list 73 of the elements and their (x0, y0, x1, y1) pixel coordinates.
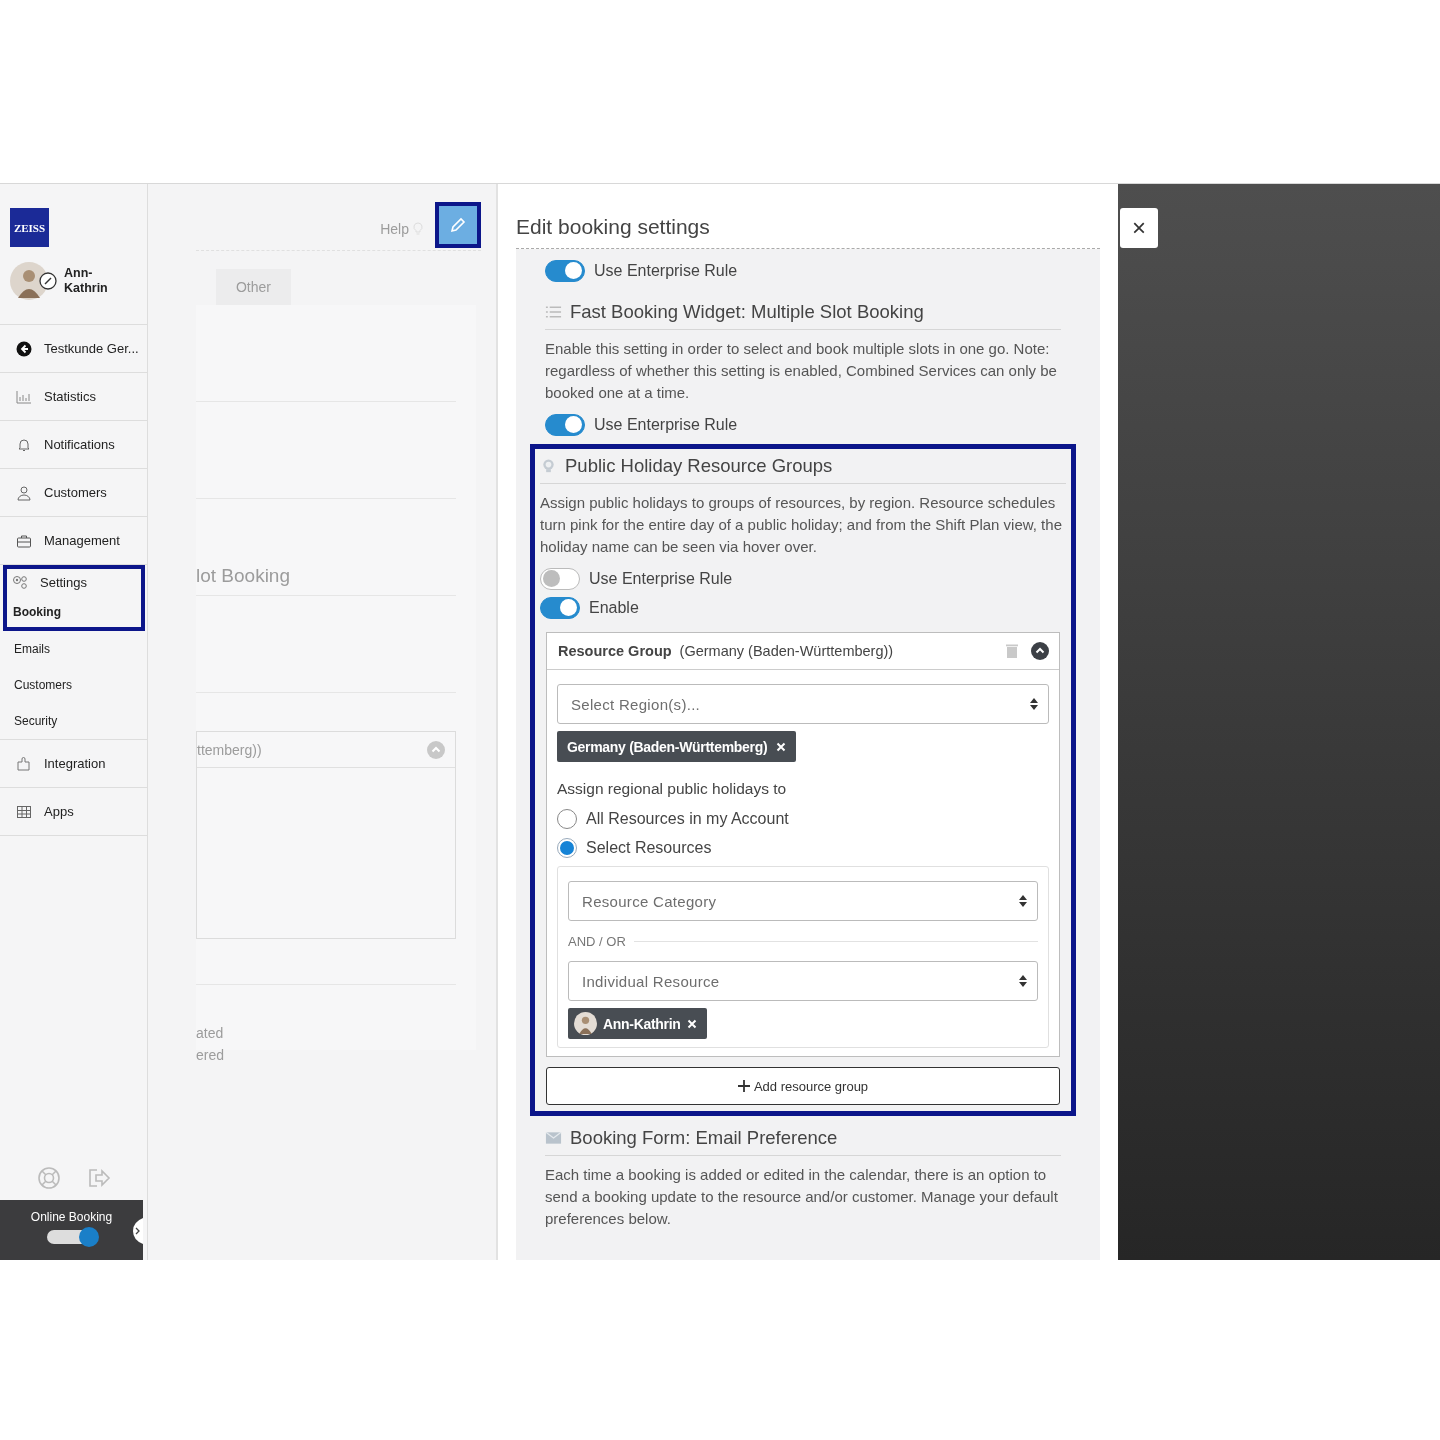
envelope-icon (545, 1130, 562, 1146)
remove-icon[interactable] (776, 741, 787, 752)
online-booking-toggle[interactable] (46, 1230, 97, 1244)
pencil-icon (448, 215, 468, 235)
user-name: Ann-Kathrin (64, 266, 109, 296)
grid-icon (16, 803, 32, 820)
region-tag[interactable]: Germany (Baden-Württemberg) (557, 731, 797, 762)
text-fragment: ated (196, 1025, 225, 1041)
text-fragment: ered (196, 1047, 226, 1063)
section-heading: Fast Booking Widget: Multiple Slot Booking (570, 301, 924, 323)
toggle-switch[interactable] (545, 259, 585, 282)
sub-nav-item[interactable]: Booking (7, 595, 141, 625)
briefcase-icon (16, 532, 32, 549)
toggle-label: Use Enterprise Rule (589, 569, 733, 588)
section-description: Assign public holidays to groups of resources, by region. Resource schedules turn pink for the entire day of a public holiday; and from the Shift Plan view, the holiday name can be seen via hover over. (540, 493, 1063, 557)
toggle-label: Use Enterprise Rule (594, 261, 738, 280)
resource-select[interactable]: Individual Resource (568, 961, 1038, 1001)
logo: ZEISS (10, 208, 49, 247)
close-button[interactable]: × (1120, 208, 1158, 248)
sort-arrows-icon (1030, 698, 1038, 710)
list-icon (545, 304, 562, 320)
toggle-switch[interactable] (540, 596, 580, 619)
field-label: Assign regional public holidays to (557, 780, 788, 798)
radio-button[interactable] (557, 837, 577, 858)
avatar-icon (574, 1012, 597, 1035)
toggle-switch[interactable] (540, 567, 580, 590)
back-icon (16, 340, 32, 357)
radio-label: All Resources in my Account (586, 809, 789, 828)
nav-item[interactable]: Apps (7, 792, 141, 831)
expand-tab-icon[interactable] (133, 1218, 143, 1244)
bell-icon (16, 436, 32, 453)
nav-item[interactable]: Statistics (7, 377, 141, 416)
region-select[interactable]: Select Region(s)... (557, 684, 1049, 724)
group-subtitle: (Germany (Baden-Württemberg)) (679, 643, 894, 659)
section-heading: Booking Form: Email Preference (570, 1127, 838, 1149)
gears-icon (12, 574, 28, 590)
nav-item[interactable]: Testkunde Ger... (7, 329, 141, 368)
category-select[interactable]: Resource Category (568, 881, 1038, 921)
sub-nav-item[interactable]: Security (0, 703, 147, 739)
separator-label: AND / OR (568, 933, 626, 949)
collapse-icon[interactable] (1031, 642, 1049, 660)
sub-nav-item[interactable]: Emails (0, 631, 147, 667)
section-heading: Public Holiday Resource Groups (565, 455, 833, 477)
nav-item[interactable]: Management (7, 521, 141, 560)
nav-item[interactable]: Settings (7, 569, 141, 595)
bulb-icon (413, 222, 423, 236)
toggle-label: Enable (589, 598, 639, 617)
avatar-icon (10, 262, 48, 300)
group-title: Resource Group (558, 643, 672, 659)
add-resource-group-button[interactable]: Add resource group (546, 1067, 1060, 1105)
toggle-label: Use Enterprise Rule (594, 415, 738, 434)
sort-arrows-icon (1019, 975, 1027, 987)
nav-item[interactable]: Customers (7, 473, 141, 512)
sort-arrows-icon (1019, 895, 1027, 907)
plus-icon (737, 1080, 750, 1092)
edit-button[interactable] (435, 202, 481, 248)
person-icon (16, 484, 32, 501)
group-title: ttemberg)) (197, 741, 262, 758)
online-booking-label: Online Booking (30, 1210, 113, 1224)
radio-button[interactable] (557, 808, 577, 829)
toggle-switch[interactable] (545, 413, 585, 436)
bulb-icon (540, 458, 557, 474)
radio-label: Select Resources (586, 838, 712, 857)
remove-icon[interactable] (686, 1018, 697, 1029)
chart-icon (16, 388, 32, 405)
section-heading: lot Booking (196, 565, 290, 587)
section-description: Enable this setting in order to select and book multiple slots in one go. Note: regardless of whether this setting is enabled, Combined Services can only be booked one at a time. (545, 339, 1058, 403)
resource-tag[interactable]: Ann-Kathrin (568, 1008, 707, 1039)
nav-item[interactable]: Notifications (7, 425, 141, 464)
sub-nav-item[interactable]: Customers (0, 667, 147, 703)
edit-icon[interactable] (39, 272, 57, 290)
nav-item[interactable]: Integration (7, 744, 141, 783)
section-description: Each time a booking is added or edited in the calendar, there is an option to send a booking update to the resource and/or customer. Manage your default preferences below. (545, 1165, 1059, 1229)
